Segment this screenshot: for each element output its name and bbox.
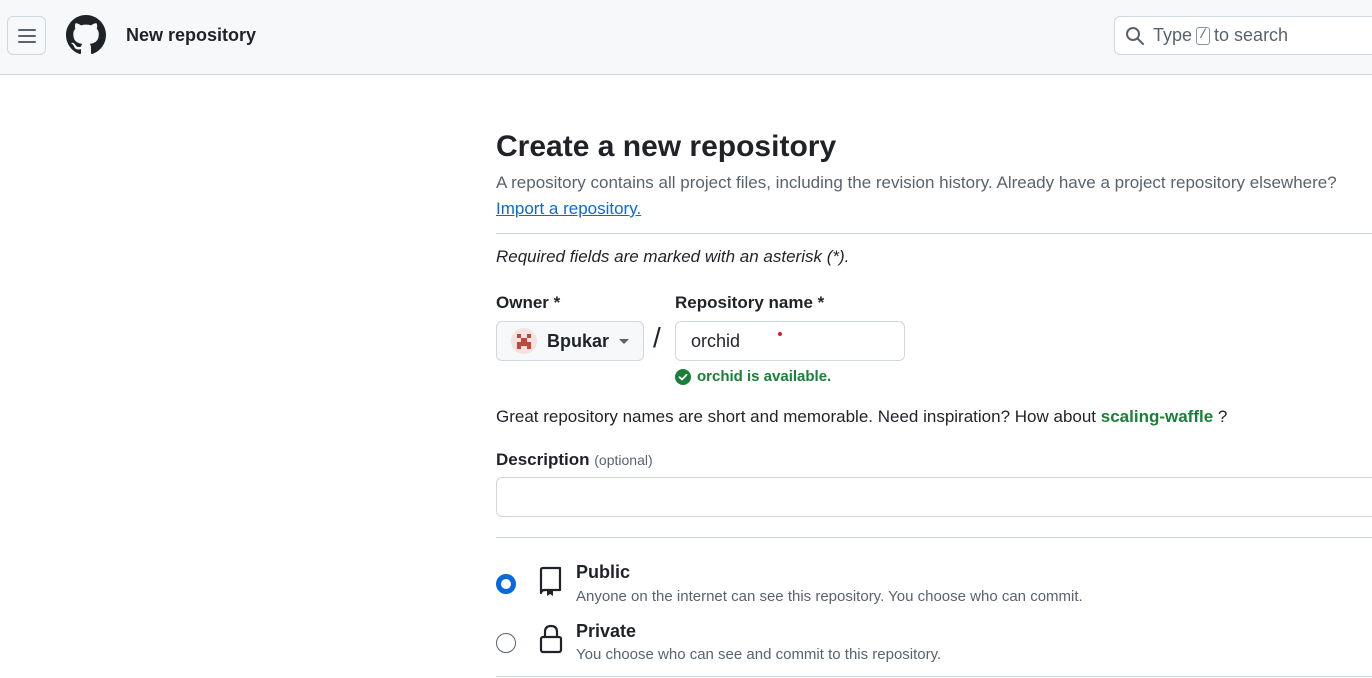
suggested-name-link[interactable]: scaling-waffle <box>1101 407 1213 426</box>
page-title: Create a new repository <box>496 130 837 163</box>
menu-button[interactable] <box>7 16 46 55</box>
optional-tag: (optional) <box>594 452 653 468</box>
description-input[interactable] <box>496 477 1372 517</box>
name-suggestion: Great repository names are short and mem… <box>496 407 1227 427</box>
github-logo-icon[interactable] <box>66 15 106 55</box>
private-title: Private <box>576 621 637 641</box>
search-icon <box>1126 26 1144 45</box>
chevron-down-icon <box>619 339 629 344</box>
divider <box>496 233 1372 234</box>
suggestion-text: Great repository names are short and mem… <box>496 407 1097 426</box>
description-label-text: Description <box>496 450 590 469</box>
header-title: New repository <box>126 25 257 45</box>
divider <box>496 676 1372 677</box>
private-radio[interactable] <box>496 633 516 653</box>
availability-text: orchid is available. <box>697 368 832 385</box>
repository-name-input[interactable] <box>675 321 905 361</box>
repo-icon <box>539 566 562 596</box>
import-repository-link[interactable]: Import a repository. <box>496 199 641 219</box>
private-description: You choose who can see and commit to thi… <box>576 646 942 663</box>
suggestion-end: ? <box>1217 407 1228 426</box>
public-radio[interactable] <box>496 574 516 594</box>
search-shortcut-key: / <box>1196 26 1211 45</box>
search-placeholder: Type / to search <box>1153 25 1288 46</box>
page-description: A repository contains all project files,… <box>496 173 1337 192</box>
hamburger-icon <box>17 28 36 43</box>
description-label: Description (optional) <box>496 450 653 470</box>
availability-status: orchid is available. <box>675 368 831 385</box>
search-input[interactable]: Type / to search <box>1114 16 1372 55</box>
owner-repo-separator: / <box>653 322 661 353</box>
cursor-marker <box>778 332 782 336</box>
divider <box>496 537 1372 538</box>
required-fields-note: Required fields are marked with an aster… <box>496 247 850 266</box>
lock-icon <box>539 624 563 654</box>
search-prefix: Type <box>1153 25 1193 45</box>
check-circle-icon <box>675 368 691 385</box>
public-title: Public <box>576 562 631 582</box>
owner-avatar-icon <box>511 328 537 354</box>
owner-label: Owner * <box>496 293 561 312</box>
top-header: New repository Type / to search <box>0 0 1372 75</box>
owner-dropdown[interactable]: Bpukar <box>496 321 644 361</box>
owner-name: Bpukar <box>547 330 610 351</box>
public-description: Anyone on the internet can see this repo… <box>576 588 1083 605</box>
repo-name-label: Repository name * <box>675 293 825 312</box>
search-suffix: to search <box>1214 25 1289 45</box>
